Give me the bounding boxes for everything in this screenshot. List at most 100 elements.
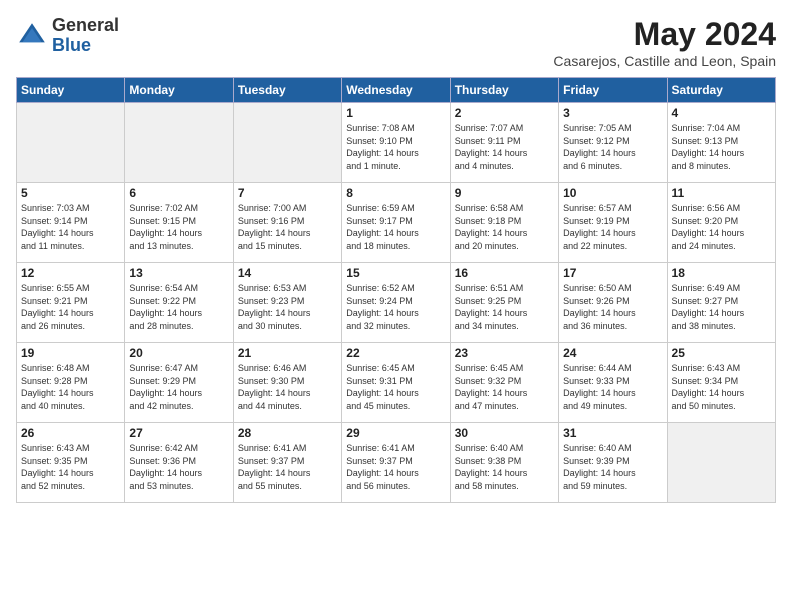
weekday-header-row: SundayMondayTuesdayWednesdayThursdayFrid…	[17, 78, 776, 103]
day-number: 26	[21, 426, 120, 440]
calendar-cell: 31Sunrise: 6:40 AM Sunset: 9:39 PM Dayli…	[559, 423, 667, 503]
calendar-week-row: 12 Sunrise: 6:55 AM Sunset: 9:21 PM Dayli…	[17, 263, 776, 343]
day-number: 9	[455, 186, 554, 200]
day-info: Sunrise: 6:43 AM Sunset: 9:35 PM Dayligh…	[21, 442, 120, 492]
day-number: 31	[563, 426, 662, 440]
title-block: May 2024 Casarejos, Castille and Leon, S…	[553, 16, 776, 69]
weekday-header: Friday	[559, 78, 667, 103]
day-number: 22	[346, 346, 445, 360]
calendar-cell: 1Sunrise: 7:08 AM Sunset: 9:10 PM Daylig…	[342, 103, 450, 183]
calendar-cell: 5 Sunrise: 7:03 AM Sunset: 9:14 PM Daylig…	[17, 183, 125, 263]
day-number: 11	[672, 186, 771, 200]
day-info: Sunrise: 6:45 AM Sunset: 9:32 PM Dayligh…	[455, 362, 554, 412]
weekday-header: Saturday	[667, 78, 775, 103]
weekday-header: Wednesday	[342, 78, 450, 103]
day-number: 19	[21, 346, 120, 360]
day-number: 16	[455, 266, 554, 280]
day-number: 25	[672, 346, 771, 360]
day-info: Sunrise: 7:04 AM Sunset: 9:13 PM Dayligh…	[672, 122, 771, 172]
calendar-week-row: 5 Sunrise: 7:03 AM Sunset: 9:14 PM Daylig…	[17, 183, 776, 263]
logo-blue-text: Blue	[52, 36, 119, 56]
day-info: Sunrise: 6:40 AM Sunset: 9:38 PM Dayligh…	[455, 442, 554, 492]
calendar-cell: 14 Sunrise: 6:53 AM Sunset: 9:23 PM Dayli…	[233, 263, 341, 343]
calendar-cell: 3 Sunrise: 7:05 AM Sunset: 9:12 PM Daylig…	[559, 103, 667, 183]
day-info: Sunrise: 6:52 AM Sunset: 9:24 PM Dayligh…	[346, 282, 445, 332]
day-number: 24	[563, 346, 662, 360]
day-info: Sunrise: 6:48 AM Sunset: 9:28 PM Dayligh…	[21, 362, 120, 412]
day-number: 6	[129, 186, 228, 200]
day-info: Sunrise: 7:02 AM Sunset: 9:15 PM Dayligh…	[129, 202, 228, 252]
day-number: 13	[129, 266, 228, 280]
weekday-header: Monday	[125, 78, 233, 103]
calendar-cell: 8 Sunrise: 6:59 AM Sunset: 9:17 PM Daylig…	[342, 183, 450, 263]
day-info: Sunrise: 6:45 AM Sunset: 9:31 PM Dayligh…	[346, 362, 445, 412]
day-info: Sunrise: 6:51 AM Sunset: 9:25 PM Dayligh…	[455, 282, 554, 332]
day-number: 27	[129, 426, 228, 440]
calendar-cell: 12 Sunrise: 6:55 AM Sunset: 9:21 PM Dayli…	[17, 263, 125, 343]
calendar-cell: 20 Sunrise: 6:47 AM Sunset: 9:29 PM Dayli…	[125, 343, 233, 423]
day-info: Sunrise: 6:41 AM Sunset: 9:37 PM Dayligh…	[238, 442, 337, 492]
day-info: Sunrise: 6:41 AM Sunset: 9:37 PM Dayligh…	[346, 442, 445, 492]
calendar-cell: 10 Sunrise: 6:57 AM Sunset: 9:19 PM Dayli…	[559, 183, 667, 263]
calendar-cell: 16 Sunrise: 6:51 AM Sunset: 9:25 PM Dayli…	[450, 263, 558, 343]
calendar-cell: 25 Sunrise: 6:43 AM Sunset: 9:34 PM Dayli…	[667, 343, 775, 423]
calendar-cell: 27 Sunrise: 6:42 AM Sunset: 9:36 PM Dayli…	[125, 423, 233, 503]
calendar-cell: 11 Sunrise: 6:56 AM Sunset: 9:20 PM Dayli…	[667, 183, 775, 263]
day-number: 28	[238, 426, 337, 440]
logo: General Blue	[16, 16, 119, 56]
day-number: 23	[455, 346, 554, 360]
day-number: 20	[129, 346, 228, 360]
calendar-cell: 21Sunrise: 6:46 AM Sunset: 9:30 PM Dayli…	[233, 343, 341, 423]
day-number: 15	[346, 266, 445, 280]
calendar-cell: 30Sunrise: 6:40 AM Sunset: 9:38 PM Dayli…	[450, 423, 558, 503]
day-info: Sunrise: 6:50 AM Sunset: 9:26 PM Dayligh…	[563, 282, 662, 332]
calendar-location: Casarejos, Castille and Leon, Spain	[553, 53, 776, 69]
day-info: Sunrise: 6:44 AM Sunset: 9:33 PM Dayligh…	[563, 362, 662, 412]
calendar-cell: 24 Sunrise: 6:44 AM Sunset: 9:33 PM Dayli…	[559, 343, 667, 423]
calendar-cell: 19 Sunrise: 6:48 AM Sunset: 9:28 PM Dayli…	[17, 343, 125, 423]
calendar-week-row: 1Sunrise: 7:08 AM Sunset: 9:10 PM Daylig…	[17, 103, 776, 183]
day-number: 17	[563, 266, 662, 280]
calendar-cell: 2Sunrise: 7:07 AM Sunset: 9:11 PM Daylig…	[450, 103, 558, 183]
day-number: 12	[21, 266, 120, 280]
calendar-cell: 22 Sunrise: 6:45 AM Sunset: 9:31 PM Dayli…	[342, 343, 450, 423]
weekday-header: Tuesday	[233, 78, 341, 103]
day-info: Sunrise: 6:55 AM Sunset: 9:21 PM Dayligh…	[21, 282, 120, 332]
day-number: 4	[672, 106, 771, 120]
day-number: 14	[238, 266, 337, 280]
day-info: Sunrise: 6:58 AM Sunset: 9:18 PM Dayligh…	[455, 202, 554, 252]
day-info: Sunrise: 7:03 AM Sunset: 9:14 PM Dayligh…	[21, 202, 120, 252]
calendar-cell: 13 Sunrise: 6:54 AM Sunset: 9:22 PM Dayli…	[125, 263, 233, 343]
calendar-cell	[125, 103, 233, 183]
day-info: Sunrise: 6:47 AM Sunset: 9:29 PM Dayligh…	[129, 362, 228, 412]
calendar-cell: 23 Sunrise: 6:45 AM Sunset: 9:32 PM Dayli…	[450, 343, 558, 423]
day-info: Sunrise: 6:59 AM Sunset: 9:17 PM Dayligh…	[346, 202, 445, 252]
calendar-cell: 6 Sunrise: 7:02 AM Sunset: 9:15 PM Daylig…	[125, 183, 233, 263]
calendar-cell: 26 Sunrise: 6:43 AM Sunset: 9:35 PM Dayli…	[17, 423, 125, 503]
day-number: 3	[563, 106, 662, 120]
day-info: Sunrise: 6:56 AM Sunset: 9:20 PM Dayligh…	[672, 202, 771, 252]
day-info: Sunrise: 6:53 AM Sunset: 9:23 PM Dayligh…	[238, 282, 337, 332]
day-number: 29	[346, 426, 445, 440]
day-info: Sunrise: 6:43 AM Sunset: 9:34 PM Dayligh…	[672, 362, 771, 412]
day-number: 8	[346, 186, 445, 200]
day-info: Sunrise: 6:42 AM Sunset: 9:36 PM Dayligh…	[129, 442, 228, 492]
day-info: Sunrise: 6:54 AM Sunset: 9:22 PM Dayligh…	[129, 282, 228, 332]
calendar-cell	[233, 103, 341, 183]
calendar-cell	[17, 103, 125, 183]
day-info: Sunrise: 7:05 AM Sunset: 9:12 PM Dayligh…	[563, 122, 662, 172]
calendar-cell	[667, 423, 775, 503]
calendar-cell: 15 Sunrise: 6:52 AM Sunset: 9:24 PM Dayli…	[342, 263, 450, 343]
weekday-header: Thursday	[450, 78, 558, 103]
logo-icon	[16, 20, 48, 52]
calendar-cell: 7Sunrise: 7:00 AM Sunset: 9:16 PM Daylig…	[233, 183, 341, 263]
day-number: 18	[672, 266, 771, 280]
day-info: Sunrise: 6:57 AM Sunset: 9:19 PM Dayligh…	[563, 202, 662, 252]
day-number: 5	[21, 186, 120, 200]
calendar-cell: 17 Sunrise: 6:50 AM Sunset: 9:26 PM Dayli…	[559, 263, 667, 343]
day-info: Sunrise: 6:49 AM Sunset: 9:27 PM Dayligh…	[672, 282, 771, 332]
calendar-cell: 29 Sunrise: 6:41 AM Sunset: 9:37 PM Dayli…	[342, 423, 450, 503]
day-number: 10	[563, 186, 662, 200]
calendar-week-row: 19 Sunrise: 6:48 AM Sunset: 9:28 PM Dayli…	[17, 343, 776, 423]
day-number: 1	[346, 106, 445, 120]
